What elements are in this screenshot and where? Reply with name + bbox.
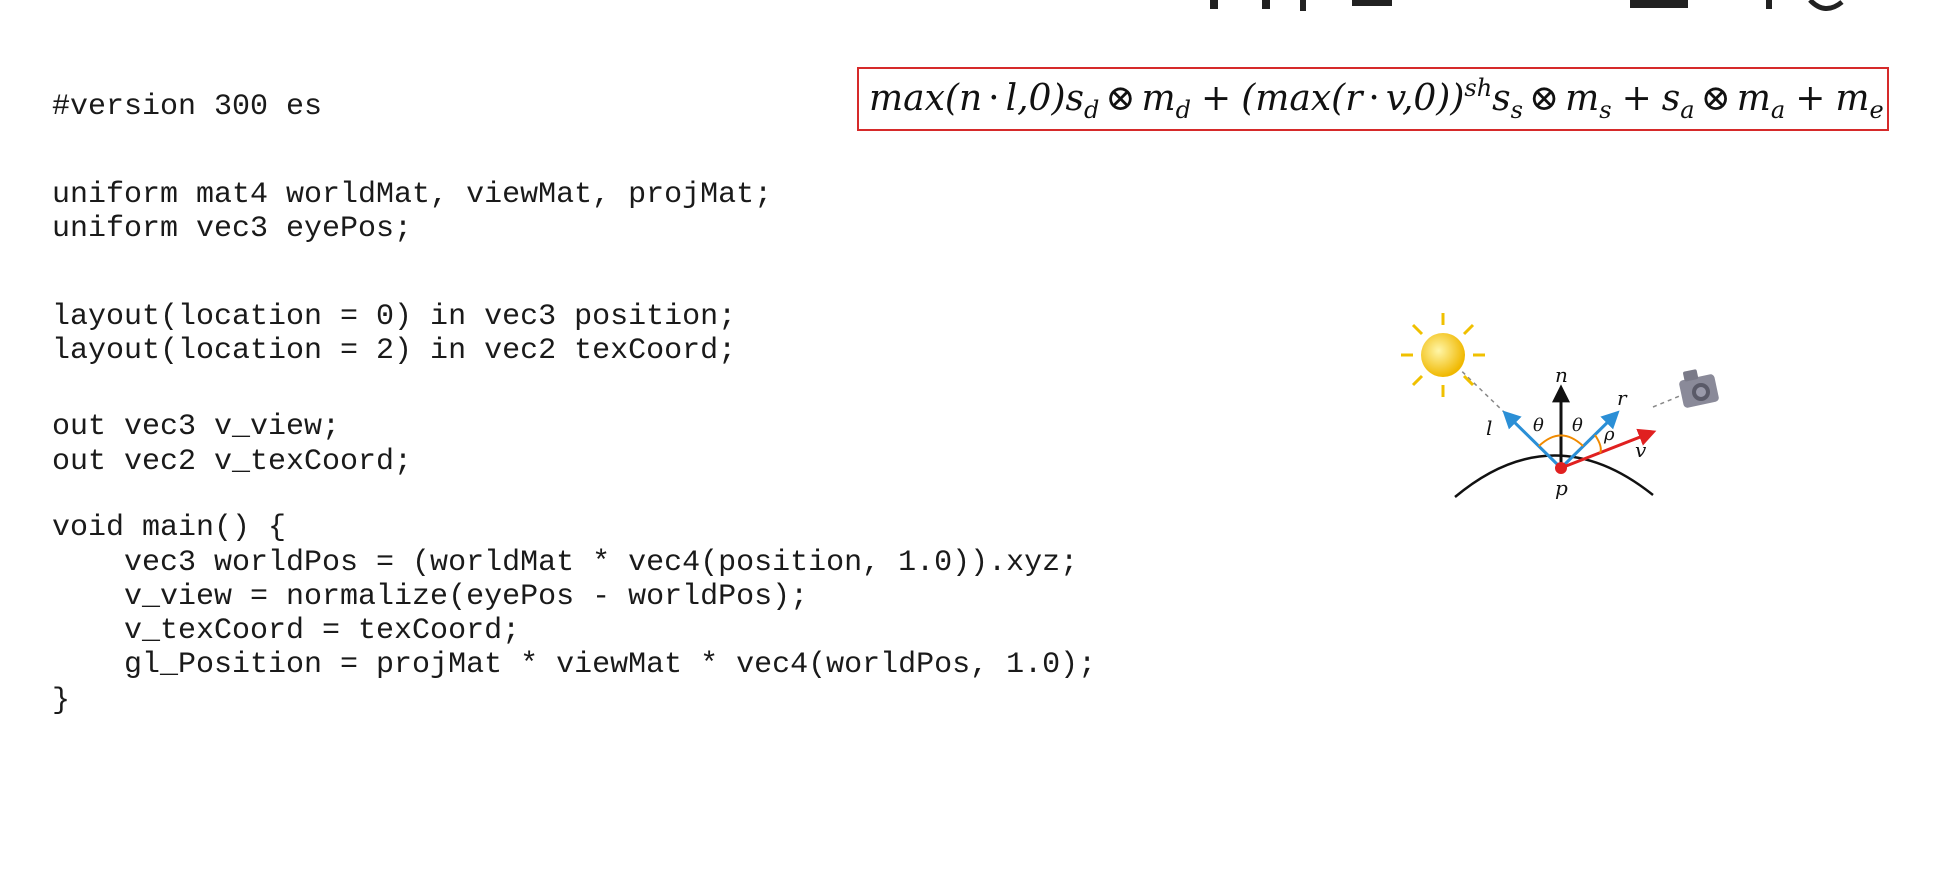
code-line-4: uniform vec3 eyePos;: [52, 212, 413, 246]
rho-arc: [1594, 434, 1602, 454]
label-rho: ρ: [1603, 424, 1615, 445]
formula-part: s: [1662, 78, 1680, 119]
formula-part: m: [1565, 78, 1599, 119]
formula-part: m: [1737, 78, 1771, 119]
formula-op: ⊗: [1529, 78, 1559, 119]
label-r: r: [1617, 386, 1628, 410]
fragment-mark: [1210, 0, 1218, 9]
code-line-12: void main() {: [52, 511, 287, 545]
code-line-13: vec3 worldPos = (worldMat * vec4(positio…: [52, 546, 1079, 580]
formula-part: v,0)): [1386, 78, 1465, 119]
label-v: v: [1635, 438, 1647, 462]
cropped-header-fragments: [1210, 0, 1844, 11]
code-line-7: layout(location = 2) in vec2 texCoord;: [52, 334, 737, 368]
fragment-mark: [1808, 0, 1844, 11]
code-line-1: #version 300 es: [52, 90, 323, 124]
label-l: l: [1486, 416, 1492, 440]
formula-part: m: [1142, 78, 1176, 119]
code-line-17: }: [52, 684, 71, 718]
formula-part: l,0)s: [1006, 78, 1084, 119]
reflection-diagram: n l r v p θ θ ρ: [1401, 313, 1719, 500]
code-line-3: uniform mat4 worldMat, viewMat, projMat;: [52, 178, 773, 212]
formula-subscript: a: [1680, 96, 1694, 124]
fragment-mark: [1630, 0, 1688, 8]
label-theta-right: θ: [1572, 415, 1583, 436]
formula-op: ·: [988, 78, 999, 119]
formula-op: +: [1622, 78, 1652, 119]
label-theta-left: θ: [1533, 415, 1544, 436]
formula-subscript: d: [1084, 96, 1099, 124]
formula-op: +: [1795, 78, 1825, 119]
formula-part: (max(r: [1241, 78, 1364, 119]
formula-op: ·: [1368, 78, 1379, 119]
formula-op: +: [1201, 78, 1231, 119]
formula-superscript: sh: [1464, 74, 1492, 102]
label-n: n: [1555, 363, 1568, 387]
sun-icon: [1401, 313, 1485, 397]
code-line-16: gl_Position = projMat * viewMat * vec4(w…: [52, 648, 1097, 682]
formula-part: s: [1492, 78, 1510, 119]
formula-subscript: d: [1176, 96, 1191, 124]
code-line-9: out vec3 v_view;: [52, 410, 341, 444]
formula-op: ⊗: [1105, 78, 1135, 119]
formula-text: max(n · l,0)sd ⊗ md + (max(r · v,0))shss ⊗ ms + sa ⊗ m…: [869, 74, 1884, 124]
surface-point: [1555, 462, 1567, 474]
lighting-formula: max(n · l,0)sd ⊗ md + (max(r · v,0))shss ⊗ ms + sa ⊗ m…: [869, 74, 1884, 124]
label-p: p: [1555, 476, 1568, 500]
code-line-15: v_texCoord = texCoord;: [52, 614, 521, 648]
fragment-mark: [1300, 0, 1306, 11]
code-line-14: v_view = normalize(eyePos - worldPos);: [52, 580, 809, 614]
formula-part: m: [1835, 78, 1869, 119]
camera-icon: [1679, 369, 1719, 408]
formula-part: max(n: [869, 78, 982, 119]
code-line-6: layout(location = 0) in vec3 position;: [52, 300, 737, 334]
fragment-mark: [1766, 0, 1772, 9]
lighting-formula-box: max(n · l,0)sd ⊗ md + (max(r · v,0))shss ⊗ ms + sa ⊗ m…: [857, 67, 1889, 131]
code-line-10: out vec2 v_texCoord;: [52, 445, 413, 479]
formula-subscript: a: [1771, 96, 1785, 124]
formula-subscript: e: [1870, 96, 1884, 124]
slide: #version 300 es uniform mat4 worldMat, v…: [0, 0, 1951, 883]
formula-subscript: s: [1599, 96, 1611, 124]
formula-subscript: s: [1511, 96, 1523, 124]
fragment-mark: [1352, 0, 1392, 6]
fragment-mark: [1262, 0, 1270, 9]
formula-op: ⊗: [1701, 78, 1731, 119]
